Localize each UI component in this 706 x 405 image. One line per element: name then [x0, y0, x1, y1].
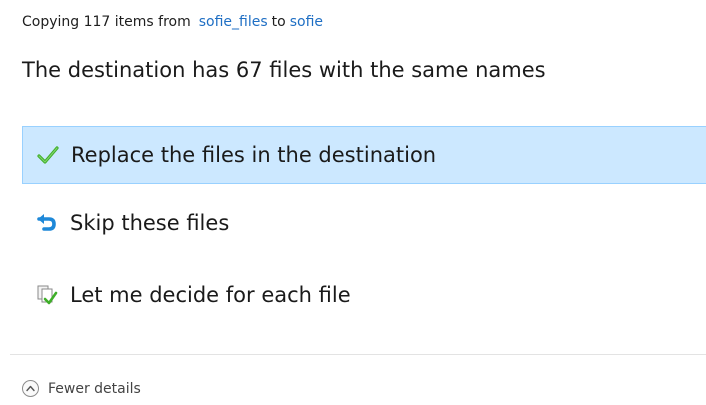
skip-files-label: Skip these files: [70, 211, 230, 235]
replace-files-option[interactable]: Replace the files in the destination: [22, 126, 706, 184]
skip-files-option[interactable]: Skip these files: [22, 194, 706, 252]
destination-folder-link[interactable]: sofie: [290, 14, 323, 30]
chevron-up-icon: [22, 380, 39, 397]
copy-status-prefix: Copying 117 items from: [22, 14, 191, 30]
green-checkmark-icon: [35, 142, 61, 168]
fewer-details-toggle[interactable]: Fewer details: [22, 380, 141, 397]
replace-files-label: Replace the files in the destination: [71, 143, 437, 167]
decide-each-file-option[interactable]: Let me decide for each file: [22, 266, 706, 324]
blue-skip-arrow-icon: [34, 210, 60, 236]
compare-files-icon: [34, 282, 60, 308]
replace-or-skip-dialog: Copying 117 items from sofie_files to sofie…: [0, 0, 706, 405]
copy-status-to: to: [271, 14, 286, 30]
source-folder-link[interactable]: sofie_files: [199, 14, 268, 30]
divider: [10, 354, 706, 355]
decide-each-file-label: Let me decide for each file: [70, 283, 351, 307]
copy-status-line: Copying 117 items from sofie_files to sofie: [22, 14, 323, 30]
fewer-details-label: Fewer details: [48, 380, 141, 397]
conflict-heading: The destination has 67 files with the sa…: [22, 58, 546, 82]
